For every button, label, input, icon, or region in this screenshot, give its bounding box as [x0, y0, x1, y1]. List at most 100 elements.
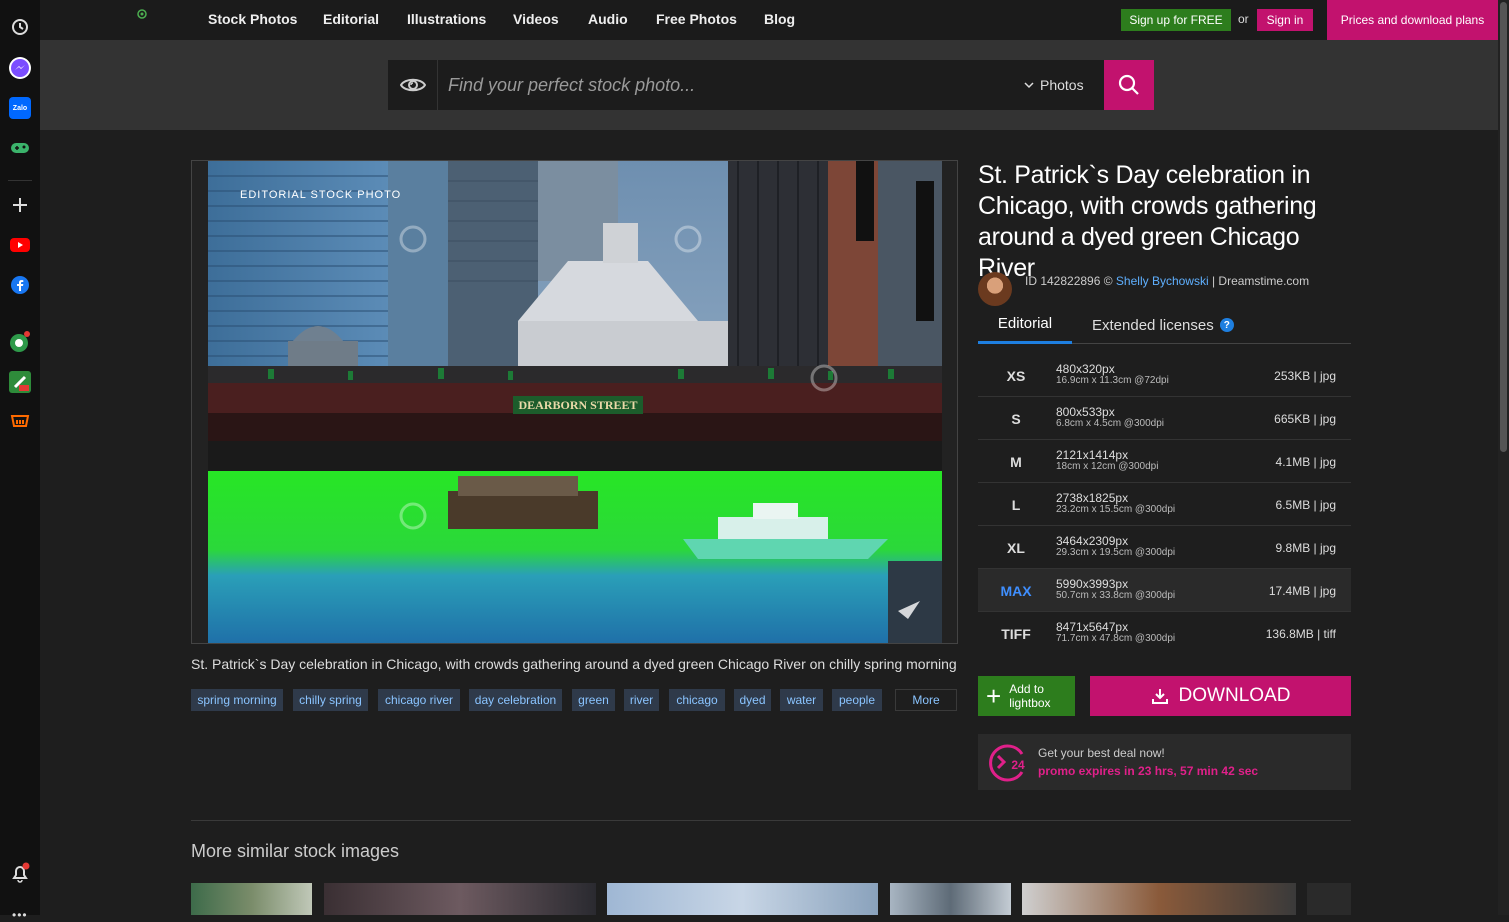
eye-icon[interactable]	[388, 60, 438, 110]
help-icon[interactable]: ?	[1219, 318, 1234, 332]
size-cm: 29.3cm x 19.5cm @300dpi	[1056, 547, 1176, 558]
scrollbar-thumb[interactable]	[1500, 2, 1507, 452]
image-id: ID 142822896 ©	[1025, 274, 1113, 288]
promo-headline: Get your best deal now!	[1038, 746, 1165, 760]
tag-people[interactable]: people	[832, 689, 882, 711]
gamepad-icon[interactable]	[9, 137, 31, 159]
size-file: 9.8MB | jpg	[1275, 541, 1336, 555]
similar-thumb[interactable]	[324, 883, 596, 915]
add-to-lightbox-button[interactable]: + Add to lightbox	[978, 676, 1075, 716]
search-icon	[1118, 74, 1139, 95]
tag-dyed[interactable]: dyed	[734, 689, 771, 711]
size-file: 6.5MB | jpg	[1275, 498, 1336, 512]
size-name: M	[1010, 453, 1022, 470]
youtube-icon[interactable]	[9, 234, 31, 256]
shop-icon[interactable]	[9, 411, 31, 433]
image-caption: St. Patrick`s Day celebration in Chicago…	[191, 656, 957, 672]
nav-audio[interactable]: Audio	[588, 11, 628, 27]
zalo-icon[interactable]: Zalo	[9, 97, 31, 119]
size-file: 665KB | jpg	[1274, 412, 1336, 426]
promo-24h-icon: 24	[988, 744, 1028, 787]
size-cm: 16.9cm x 11.3cm @72dpi	[1056, 375, 1169, 386]
tag-chilly-spring[interactable]: chilly spring	[293, 689, 368, 711]
new-app-icon[interactable]	[9, 371, 31, 393]
size-name: XL	[1007, 539, 1025, 556]
size-cm: 6.8cm x 4.5cm @300dpi	[1056, 418, 1164, 429]
chevron-down-icon	[1024, 82, 1034, 89]
size-name: TIFF	[1001, 625, 1031, 642]
size-row-s[interactable]: S 800x533px 6.8cm x 4.5cm @300dpi 665KB |…	[978, 397, 1351, 440]
scrollbar[interactable]	[1498, 0, 1509, 915]
prices-button[interactable]: Prices and download plans	[1327, 0, 1498, 40]
promo-box: 24 Get your best deal now! promo expires…	[978, 734, 1351, 790]
avatar[interactable]	[978, 272, 1012, 306]
lightbox-label: Add to lightbox	[1009, 682, 1051, 710]
site-name: | Dreamstime.com	[1211, 274, 1310, 288]
tab-editorial[interactable]: Editorial	[978, 306, 1072, 344]
size-row-xl[interactable]: XL 3464x2309px 29.3cm x 19.5cm @300dpi 9.…	[978, 526, 1351, 569]
size-row-m[interactable]: M 2121x1414px 18cm x 12cm @300dpi 4.1MB |…	[978, 440, 1351, 483]
nav-free-photos[interactable]: Free Photos	[656, 11, 737, 27]
more-dots-icon[interactable]: •••	[12, 908, 28, 922]
messenger-icon[interactable]	[9, 57, 31, 79]
more-tags-button[interactable]: More	[895, 689, 957, 711]
download-label: DOWNLOAD	[1178, 685, 1291, 706]
size-name: S	[1011, 410, 1021, 427]
download-button[interactable]: DOWNLOAD	[1090, 676, 1351, 716]
logo-icon[interactable]	[137, 6, 147, 24]
size-row-xs[interactable]: XS 480x320px 16.9cm x 11.3cm @72dpi 253KB…	[978, 354, 1351, 397]
tag-water[interactable]: water	[780, 689, 823, 711]
size-row-max[interactable]: MAX 5990x3993px 50.7cm x 33.8cm @300dpi 1…	[978, 569, 1351, 612]
tag-spring-morning[interactable]: spring morning	[191, 689, 283, 711]
tag-river[interactable]: river	[624, 689, 659, 711]
similar-thumb[interactable]	[607, 883, 878, 915]
promo-countdown: promo expires in 23 hrs, 57 min 42 sec	[1038, 764, 1259, 778]
size-px: 480x320px	[1056, 362, 1115, 376]
section-divider	[191, 820, 1351, 821]
search-input[interactable]	[448, 60, 1008, 110]
tag-day-celebration[interactable]: day celebration	[469, 689, 562, 711]
tab-extended-licenses[interactable]: Extended licenses ?	[1092, 306, 1234, 344]
search-box: Photos	[388, 60, 1154, 110]
signin-button[interactable]: Sign in	[1257, 9, 1313, 31]
tag-green[interactable]: green	[572, 689, 615, 711]
size-px: 8471x5647px	[1056, 620, 1129, 634]
nav-blog[interactable]: Blog	[764, 11, 795, 27]
stock-photo[interactable]: DEARBORN STREET EDITORIAL STOCK PHOTO	[208, 161, 942, 643]
editorial-badge: EDITORIAL STOCK PHOTO	[240, 189, 402, 201]
size-cm: 18cm x 12cm @300dpi	[1056, 461, 1159, 472]
size-file: 253KB | jpg	[1274, 369, 1336, 383]
signup-button[interactable]: Sign up for FREE	[1121, 9, 1231, 31]
size-row-l[interactable]: L 2738x1825px 23.2cm x 15.5cm @300dpi 6.5…	[978, 483, 1351, 526]
nav-stock-photos[interactable]: Stock Photos	[208, 11, 297, 27]
page-title: St. Patrick`s Day celebration in Chicago…	[978, 161, 1317, 282]
tag-chicago[interactable]: chicago	[669, 689, 725, 711]
size-name: MAX	[1000, 582, 1032, 599]
search-category-select[interactable]: Photos	[1024, 77, 1084, 93]
tag-chicago-river[interactable]: chicago river	[378, 689, 460, 711]
bell-icon[interactable]	[9, 862, 31, 884]
size-list: XS 480x320px 16.9cm x 11.3cm @72dpi 253KB…	[978, 354, 1351, 655]
size-px: 3464x2309px	[1056, 534, 1129, 548]
similar-thumb[interactable]	[1307, 883, 1351, 915]
author-link[interactable]: Shelly Bychowski	[1116, 274, 1209, 288]
add-icon[interactable]	[9, 194, 31, 216]
image-frame: DEARBORN STREET EDITORIAL STOCK PHOTO	[191, 160, 958, 644]
plus-icon: +	[986, 681, 1002, 711]
browser-sidebar: Zalo •••	[0, 0, 40, 922]
download-icon	[1151, 689, 1168, 704]
search-button[interactable]	[1104, 60, 1154, 110]
similar-thumb[interactable]	[1022, 883, 1296, 915]
similar-thumb[interactable]	[890, 883, 1011, 915]
similar-thumb[interactable]	[191, 883, 312, 915]
nav-illustrations[interactable]: Illustrations	[407, 11, 486, 27]
facebook-icon[interactable]	[9, 274, 31, 296]
soccer-icon[interactable]	[9, 331, 31, 353]
history-icon[interactable]	[9, 16, 31, 38]
size-cm: 23.2cm x 15.5cm @300dpi	[1056, 504, 1176, 515]
nav-editorial[interactable]: Editorial	[323, 11, 379, 27]
size-px: 2738x1825px	[1056, 491, 1129, 505]
license-tabs: Editorial Extended licenses ?	[978, 306, 1351, 344]
nav-videos[interactable]: Videos	[513, 11, 559, 27]
size-row-tiff[interactable]: TIFF 8471x5647px 71.7cm x 47.8cm @300dpi …	[978, 612, 1351, 655]
